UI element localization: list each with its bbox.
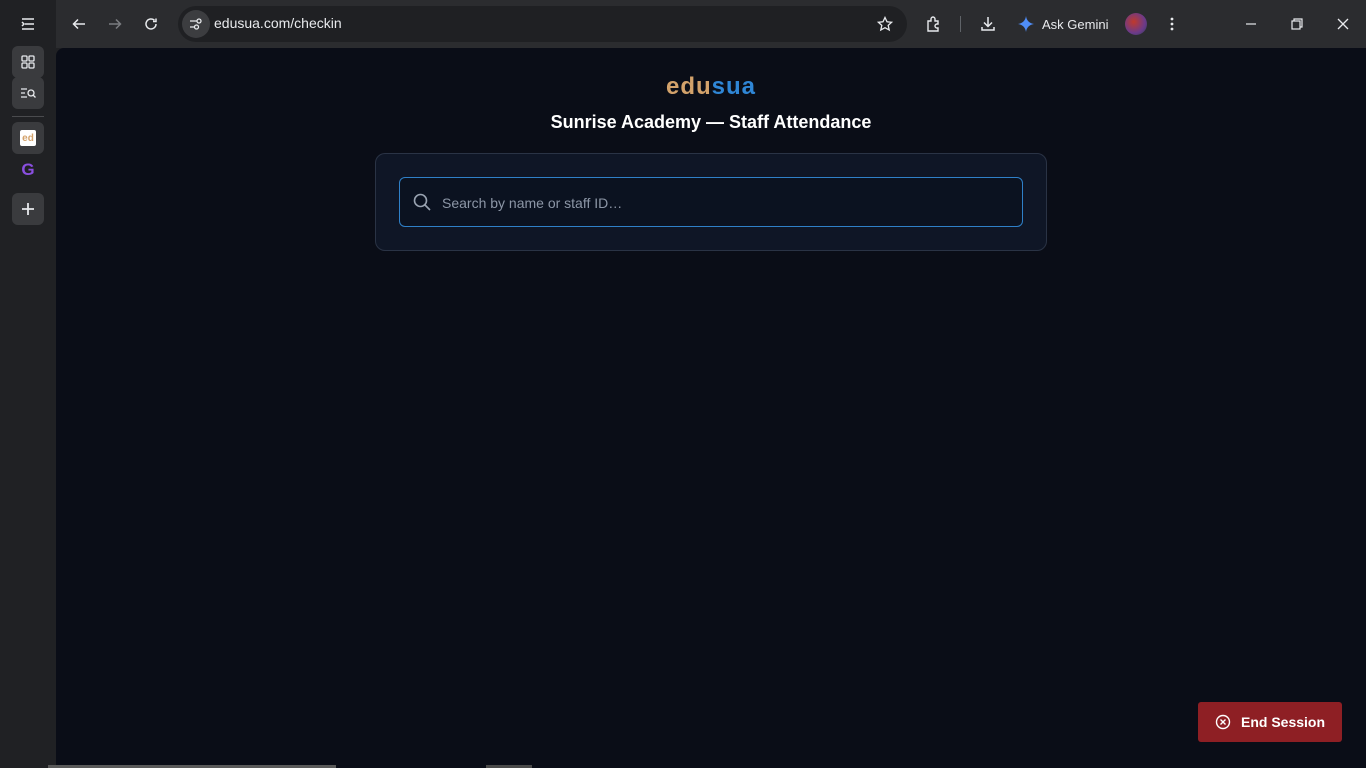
- edusua-favicon-icon: ed: [20, 130, 36, 146]
- back-button[interactable]: [67, 12, 91, 36]
- end-session-button[interactable]: End Session: [1198, 702, 1342, 742]
- extensions-icon[interactable]: [922, 12, 946, 36]
- toolbar-separator: [960, 16, 961, 32]
- reload-icon: [145, 18, 157, 30]
- new-tab-button[interactable]: [12, 193, 44, 225]
- plus-icon: [22, 203, 34, 215]
- reload-button[interactable]: [139, 12, 163, 36]
- end-session-label: End Session: [1240, 714, 1326, 730]
- back-arrow-icon: [72, 18, 85, 30]
- staff-search-input[interactable]: [440, 178, 1014, 228]
- page-title: Sunrise Academy — Staff Attendance: [550, 112, 872, 132]
- bookmark-star-icon[interactable]: [875, 14, 895, 34]
- tab-search-icon[interactable]: [12, 77, 44, 109]
- forward-arrow-icon: [109, 18, 122, 30]
- forward-button[interactable]: [103, 12, 127, 36]
- browser-menu-icon[interactable]: [1160, 12, 1184, 36]
- search-icon: [413, 193, 431, 211]
- site-info-icon[interactable]: [182, 10, 210, 38]
- restore-icon[interactable]: [1285, 12, 1309, 36]
- profile-avatar[interactable]: [1125, 13, 1147, 35]
- tab-groups-icon[interactable]: [12, 46, 44, 78]
- edusua-favicon-text: ed: [22, 132, 34, 144]
- url-text[interactable]: edusua.com/checkin: [214, 15, 342, 31]
- logo-part-sua: sua: [711, 73, 757, 100]
- search-card: [375, 153, 1047, 251]
- downloads-icon[interactable]: [976, 12, 1000, 36]
- ask-gemini-label: Ask Gemini: [1042, 16, 1109, 32]
- vertical-tab-strip: ed G: [0, 0, 56, 768]
- sidebar-tab-grammarly[interactable]: G: [12, 154, 44, 186]
- close-circle-icon: [1215, 714, 1231, 730]
- ask-gemini-button[interactable]: Ask Gemini: [1018, 10, 1108, 38]
- browser-toolbar: edusua.com/checkin Ask Gemini: [56, 0, 1366, 48]
- collapse-tabs-icon[interactable]: [12, 8, 44, 40]
- close-window-icon[interactable]: [1331, 12, 1355, 36]
- logo-part-edu: edu: [665, 73, 712, 100]
- edusua-logo: edusua: [56, 73, 1366, 101]
- page-viewport: edusua Sunrise Academy — Staff Attendanc…: [56, 48, 1366, 768]
- address-bar[interactable]: edusua.com/checkin: [178, 6, 907, 42]
- gemini-sparkle-icon: [1018, 16, 1034, 32]
- sidebar-divider: [12, 116, 44, 117]
- sidebar-tab-edusua[interactable]: ed: [12, 122, 44, 154]
- minimize-icon[interactable]: [1239, 12, 1263, 36]
- grammarly-favicon-icon: G: [21, 160, 35, 179]
- search-box[interactable]: [399, 177, 1023, 228]
